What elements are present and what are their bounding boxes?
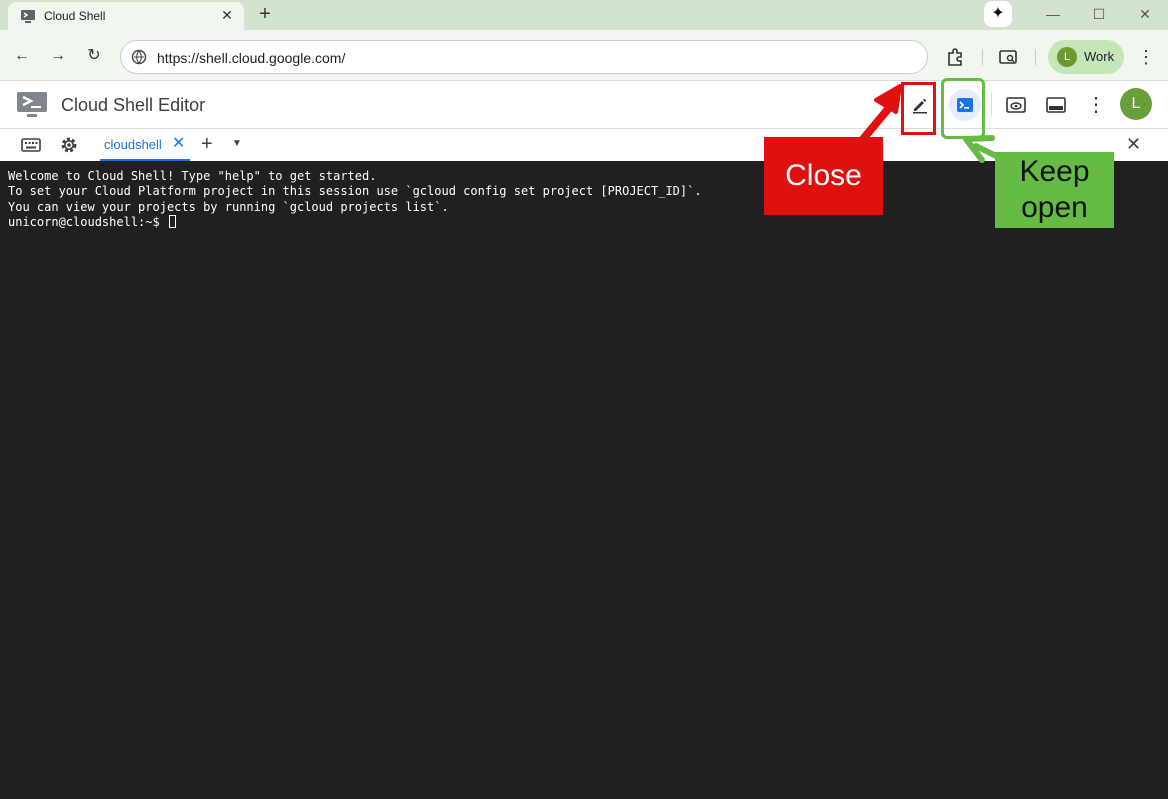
extensions-puzzle-icon[interactable] — [944, 46, 966, 68]
account-avatar[interactable]: L — [1120, 88, 1152, 120]
terminal-prompt: unicorn@cloudshell:~$ — [8, 214, 167, 229]
terminal-cursor — [168, 214, 176, 228]
browser-tab-title: Cloud Shell — [44, 9, 106, 23]
terminal-tab-bar: cloudshell ✕ + ▼ ✕ — [0, 129, 1168, 161]
profile-label: Work — [1084, 49, 1115, 64]
site-info-icon[interactable] — [131, 49, 147, 65]
profile-chip[interactable]: L Work — [1048, 40, 1124, 74]
cloud-shell-favicon-icon — [21, 10, 35, 23]
web-preview-icon — [1006, 97, 1026, 113]
keep-open-annotation-label: Keep open — [995, 152, 1114, 228]
browser-tab-strip: Cloud Shell ✕ + ✦ — ☐ ✕ — [0, 0, 1168, 30]
more-vert-icon: ⋮ — [1086, 94, 1106, 116]
tab-dropdown-caret-icon[interactable]: ▼ — [232, 137, 242, 151]
keyboard-icon[interactable] — [21, 135, 41, 155]
app-title: Cloud Shell Editor — [61, 95, 206, 115]
terminal-tab-close-icon[interactable]: ✕ — [172, 135, 185, 153]
close-highlight-box — [901, 82, 936, 135]
add-terminal-tab-button[interactable]: + — [201, 134, 213, 154]
more-options-button[interactable]: ⋮ — [1080, 89, 1112, 121]
close-annotation-label: Close — [764, 137, 883, 215]
toolbar-divider — [1035, 49, 1036, 65]
tab-search-icon[interactable] — [997, 46, 1019, 68]
browser-menu-icon[interactable]: ⋮ — [1136, 46, 1156, 68]
tab-close-icon[interactable]: ✕ — [218, 6, 236, 24]
panel-layout-icon — [1046, 97, 1066, 113]
app-header: Cloud Shell Editor ⋮ L — [0, 81, 1168, 129]
terminal-tab-label: cloudshell — [104, 137, 162, 152]
settings-gear-icon[interactable] — [59, 135, 79, 155]
close-annotation-text: Close — [785, 159, 862, 192]
terminal-prompt-line: unicorn@cloudshell:~$ — [8, 214, 1160, 230]
back-arrow-icon[interactable]: ← — [12, 46, 32, 66]
terminal-output[interactable]: Welcome to Cloud Shell! Type "help" to g… — [0, 161, 1168, 799]
minimize-icon[interactable]: — — [1038, 4, 1068, 24]
browser-toolbar: ← → ↻ https://shell.cloud.google.com/ L … — [0, 30, 1168, 81]
maximize-panel-button[interactable] — [1040, 89, 1072, 121]
new-tab-button[interactable]: + — [255, 4, 275, 24]
browser-tab[interactable]: Cloud Shell ✕ — [8, 2, 244, 30]
terminal-tab-cloudshell[interactable]: cloudshell ✕ — [100, 129, 190, 161]
cloud-shell-logo-icon — [17, 92, 47, 117]
gemini-sparkle-icon[interactable]: ✦ — [984, 1, 1012, 27]
maximize-icon[interactable]: ☐ — [1084, 4, 1114, 24]
profile-avatar: L — [1057, 47, 1077, 67]
address-url: https://shell.cloud.google.com/ — [157, 50, 346, 66]
terminal-line: You can view your projects by running `g… — [8, 199, 449, 214]
keep-open-annotation-text-1: Keep — [1019, 155, 1090, 188]
reload-icon[interactable]: ↻ — [84, 46, 104, 66]
terminal-line: To set your Cloud Platform project in th… — [8, 184, 702, 199]
forward-arrow-icon[interactable]: → — [48, 46, 68, 66]
terminal-line: Welcome to Cloud Shell! Type "help" to g… — [8, 169, 377, 183]
address-bar[interactable]: https://shell.cloud.google.com/ — [120, 40, 928, 74]
keep-open-annotation-text-2: open — [1021, 191, 1088, 224]
close-terminal-panel-icon[interactable]: ✕ — [1126, 135, 1141, 153]
web-preview-button[interactable] — [1000, 89, 1032, 121]
toolbar-divider — [982, 49, 983, 65]
header-divider — [991, 93, 992, 117]
window-close-icon[interactable]: ✕ — [1130, 4, 1160, 24]
keep-open-highlight-box — [941, 78, 985, 139]
